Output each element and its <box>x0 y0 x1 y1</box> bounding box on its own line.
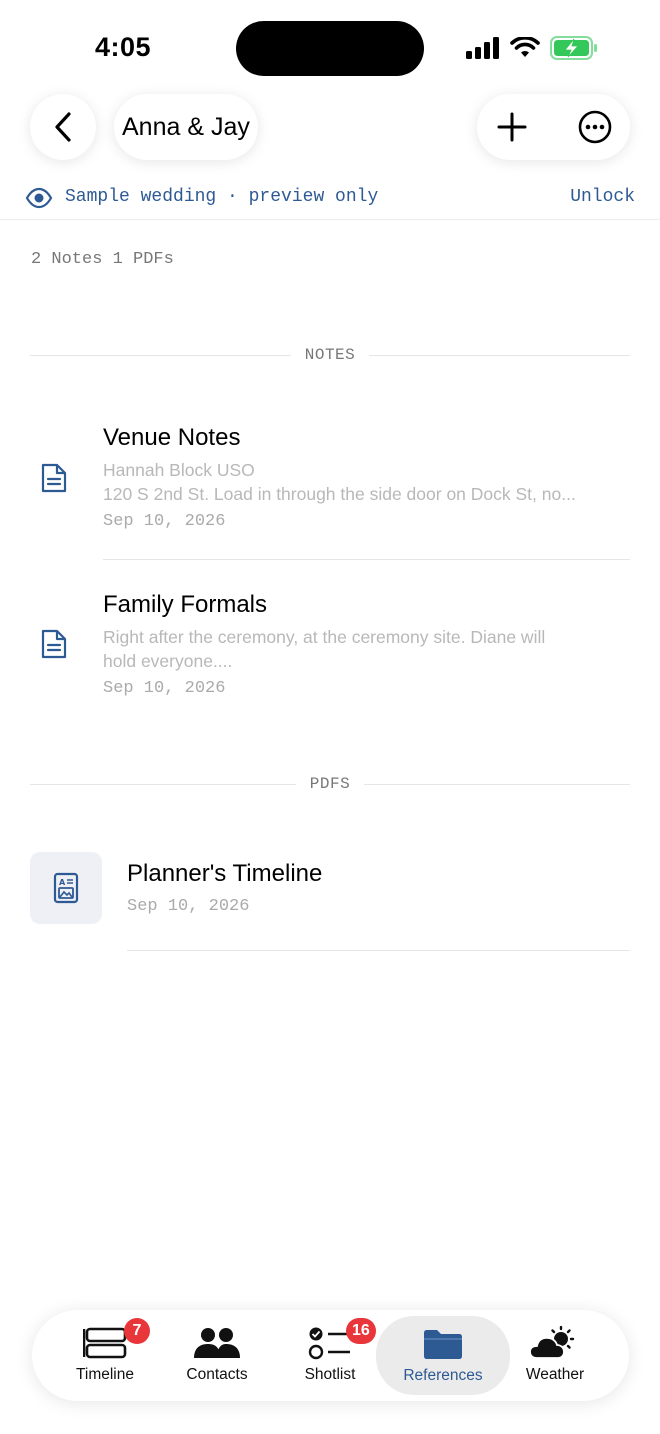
notes-section-divider: NOTES <box>30 345 631 365</box>
pdf-document-icon: A <box>53 872 79 904</box>
row-divider <box>127 950 630 951</box>
note-preview-continued: hold everyone.... <box>103 651 233 671</box>
wifi-icon <box>510 37 540 57</box>
back-button[interactable] <box>30 94 96 160</box>
chevron-left-icon <box>55 112 71 142</box>
pdf-thumbnail: A <box>30 852 102 924</box>
folder-icon <box>424 1330 462 1359</box>
pdf-item[interactable]: A Planner's Timeline Sep 10, 2026 <box>0 852 660 952</box>
header-actions <box>477 94 630 160</box>
preview-banner: Sample wedding · preview only Unlock <box>0 178 660 220</box>
note-preview: 120 S 2nd St. Load in through the side d… <box>103 484 576 504</box>
tab-timeline[interactable]: Timeline 7 <box>64 1310 150 1401</box>
status-time: 4:05 <box>95 32 152 62</box>
timeline-badge: 7 <box>124 1318 150 1344</box>
row-divider <box>103 559 630 560</box>
tab-weather[interactable]: Weather <box>516 1310 594 1401</box>
dynamic-island <box>236 21 424 76</box>
svg-text:A: A <box>59 878 66 887</box>
signal-icon <box>466 37 499 59</box>
eye-icon <box>25 187 53 209</box>
preview-message: Sample wedding · preview only <box>65 187 379 207</box>
tab-references[interactable]: References <box>376 1316 510 1395</box>
tab-label: References <box>403 1367 483 1384</box>
page-title: Anna & Jay <box>122 112 250 141</box>
document-icon <box>41 463 67 493</box>
partly-cloudy-icon <box>529 1326 575 1359</box>
note-subtitle: Hannah Block USO <box>103 460 255 480</box>
tab-shotlist[interactable]: Shotlist 16 <box>288 1310 376 1401</box>
tab-label: Contacts <box>186 1366 248 1383</box>
plus-icon[interactable] <box>497 112 527 142</box>
pdfs-section-divider: PDFS <box>30 774 630 794</box>
more-icon[interactable] <box>578 110 612 144</box>
note-title: Venue Notes <box>103 424 241 451</box>
pdf-date: Sep 10, 2026 <box>127 897 250 916</box>
tab-label: Shotlist <box>304 1366 356 1383</box>
tab-label: Timeline <box>76 1366 134 1383</box>
tab-bar: Timeline 7 Contacts Shotlist 16 Referenc… <box>32 1310 629 1401</box>
note-date: Sep 10, 2026 <box>103 512 226 531</box>
item-counts: 2 Notes 1 PDFs <box>31 250 174 269</box>
tab-label: Weather <box>525 1366 585 1383</box>
note-date: Sep 10, 2026 <box>103 679 226 698</box>
pdfs-section-label: PDFS <box>309 775 351 793</box>
timeline-icon <box>83 1327 127 1359</box>
note-item[interactable]: Family Formals Right after the ceremony,… <box>0 587 660 717</box>
people-icon <box>194 1328 240 1358</box>
tab-contacts[interactable]: Contacts <box>172 1310 262 1401</box>
note-title: Family Formals <box>103 591 268 618</box>
notes-section-label: NOTES <box>304 346 356 364</box>
battery-charging-icon <box>550 36 597 60</box>
title-pill: Anna & Jay <box>114 94 258 160</box>
pdf-title: Planner's Timeline <box>127 860 323 887</box>
unlock-button[interactable]: Unlock <box>570 187 635 207</box>
note-item[interactable]: Venue Notes Hannah Block USO 120 S 2nd S… <box>0 420 660 560</box>
document-icon <box>41 629 67 659</box>
shotlist-badge: 16 <box>346 1318 376 1344</box>
note-preview: Right after the ceremony, at the ceremon… <box>103 627 546 647</box>
status-icons <box>466 34 598 62</box>
